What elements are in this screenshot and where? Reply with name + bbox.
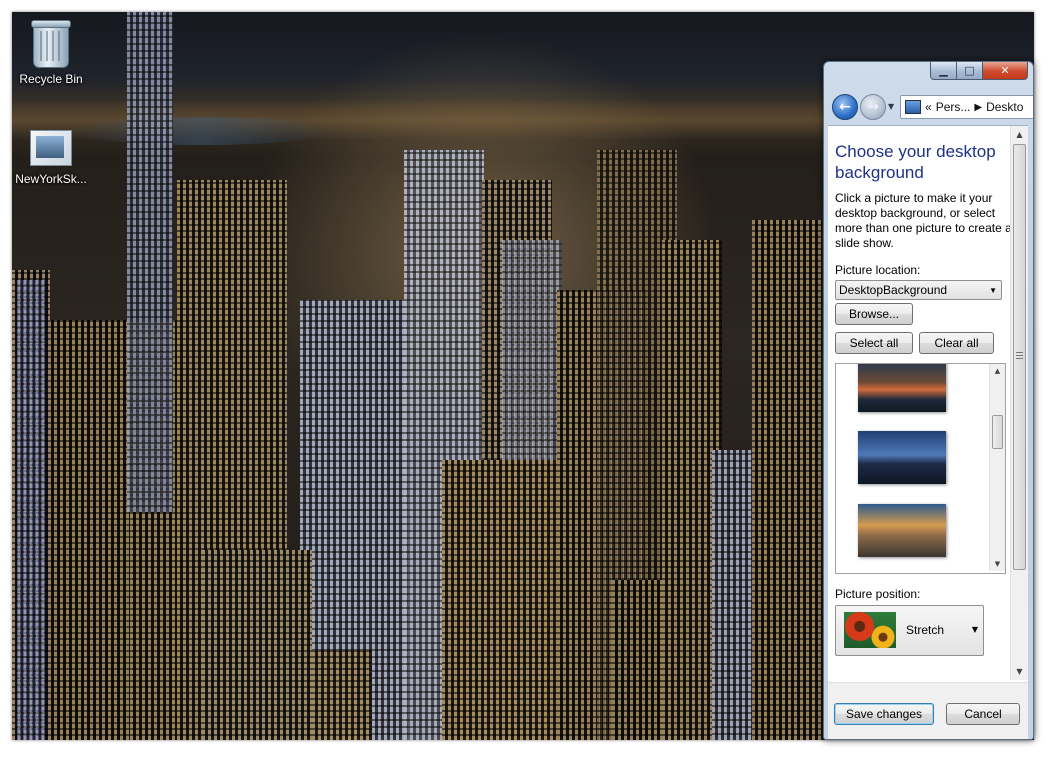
scroll-down-icon[interactable]: ▼ <box>990 557 1005 571</box>
building <box>752 220 822 740</box>
desktop-icon-label: NewYorkSk... <box>15 172 87 186</box>
clear-all-button[interactable]: Clear all <box>919 332 994 354</box>
breadcrumb-personalization[interactable]: Pers... <box>936 100 971 114</box>
close-button[interactable]: ✕ <box>983 62 1028 80</box>
recent-pages-dropdown[interactable]: ▼ <box>888 102 894 111</box>
page-title: Choose your desktop background <box>835 142 996 182</box>
bridge-night-thumbnail[interactable] <box>858 364 946 412</box>
arrow-right-icon: → <box>867 99 879 115</box>
back-button[interactable]: ← <box>832 94 858 120</box>
chevron-down-icon: ▼ <box>888 102 895 111</box>
scroll-up-icon[interactable]: ▲ <box>1011 126 1028 143</box>
scroll-down-icon[interactable]: ▼ <box>1011 663 1028 680</box>
chevron-down-icon: ▼ <box>971 625 978 634</box>
breadcrumb-desktop-background[interactable]: Deskto <box>986 100 1023 114</box>
forward-button[interactable]: → <box>860 94 886 120</box>
scroll-up-icon[interactable]: ▲ <box>990 364 1005 378</box>
building <box>127 12 173 512</box>
picture-gallery: ▲ ▼ <box>835 363 1006 574</box>
picture-position-value: Stretch <box>906 623 945 637</box>
address-bar[interactable]: « Pers... ▶ Deskto <box>900 95 1033 119</box>
picture-position-label: Picture position: <box>835 587 921 601</box>
dialog-footer: Save changes Cancel <box>828 682 1028 739</box>
content-pane: Choose your desktop background Click a p… <box>828 125 1028 739</box>
gallery-scrollbar[interactable]: ▲ ▼ <box>989 364 1005 571</box>
control-panel-icon <box>905 100 921 114</box>
building <box>442 460 562 740</box>
picture-location-select[interactable]: DesktopBackground ▼ <box>835 280 1002 300</box>
desktop-icon-newyorkskyline[interactable]: NewYorkSk... <box>12 116 91 186</box>
browse-button[interactable]: Browse... <box>835 303 913 325</box>
picture-location-label: Picture location: <box>835 263 921 277</box>
save-changes-button[interactable]: Save changes <box>834 703 934 725</box>
desktop-icon-recycle-bin[interactable]: Recycle Bin <box>12 16 91 86</box>
city-sunset-thumbnail[interactable] <box>858 504 946 557</box>
select-all-button[interactable]: Select all <box>835 332 913 354</box>
content-scrollbar[interactable]: ▲ ▼ <box>1010 126 1028 680</box>
building <box>48 320 136 740</box>
building <box>202 550 312 740</box>
image-file-icon <box>30 130 72 166</box>
desktop-icon-label: Recycle Bin <box>19 72 83 86</box>
navigation-bar: ← → ▼ « Pers... ▶ Deskto <box>824 88 1033 122</box>
minimize-button[interactable]: ▁ <box>930 62 957 80</box>
arrow-left-icon: ← <box>839 99 851 115</box>
desktop-background-window: ▁ □ ✕ ← → ▼ « Pers... ▶ Deskto Choose yo… <box>823 61 1034 740</box>
caption-buttons: ▁ □ ✕ <box>930 62 1028 80</box>
picture-position-select[interactable]: Stretch ▼ <box>835 605 984 656</box>
chevron-down-icon: ▼ <box>989 286 997 295</box>
building <box>17 280 45 740</box>
address-overflow-chevron[interactable]: « <box>925 100 932 114</box>
city-blue-thumbnail[interactable] <box>858 431 946 484</box>
gallery-scroll-thumb[interactable] <box>992 415 1003 449</box>
recycle-bin-icon <box>31 20 71 68</box>
building <box>312 650 372 740</box>
flower-preview-icon <box>844 612 896 648</box>
page-description: Click a picture to make it your desktop … <box>835 191 1012 250</box>
river <box>72 117 332 145</box>
grip-icon <box>1016 352 1023 359</box>
picture-location-value: DesktopBackground <box>839 283 948 297</box>
breadcrumb-separator-icon[interactable]: ▶ <box>974 102 982 113</box>
cancel-button[interactable]: Cancel <box>946 703 1020 725</box>
maximize-button[interactable]: □ <box>957 62 983 80</box>
